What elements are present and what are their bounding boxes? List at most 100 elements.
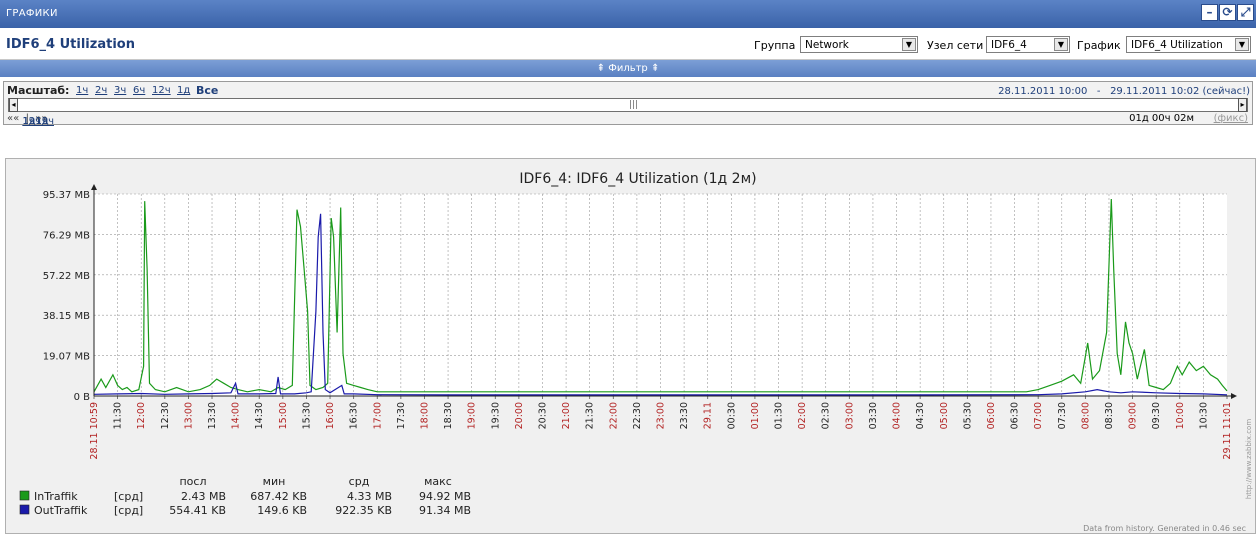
y-axis-ticks: 0 B 19.07 MB 38.15 MB 57.22 MB 76.29 MB 95.37… (43, 190, 90, 403)
x-tick-label: 13:30 (207, 402, 218, 429)
graph-select[interactable]: IDF6_4 Utilization ▼ (1126, 36, 1251, 53)
x-tick-label: 02:00 (797, 402, 808, 429)
scale-6h[interactable]: 6ч (133, 85, 145, 96)
scale-1d[interactable]: 1д (177, 85, 190, 96)
nav-fwd-1d[interactable]: 1д (35, 116, 48, 127)
period-nav: «« 1д 12ч 1ч | 1ч 12ч 1д »» (7, 113, 54, 127)
x-tick-label: 22:00 (608, 402, 619, 429)
x-tick-label: 12:30 (160, 402, 171, 429)
x-tick-label: 10:30 (1198, 402, 1209, 429)
x-tick-label: 08:00 (1080, 402, 1091, 429)
graph-panel: IDF6_4: IDF6_4 Utilization (1д 2м) 0 B 19… (5, 158, 1256, 534)
x-tick-label: 23:00 (656, 402, 667, 429)
slider-right-handle[interactable]: ▸ (1238, 98, 1247, 112)
x-tick-label: 01:30 (774, 402, 785, 429)
legend-value: 2.43 MB (181, 490, 226, 503)
x-tick-label: 22:30 (632, 402, 643, 429)
x-tick-label: 13:00 (183, 402, 194, 429)
utilization-chart[interactable]: IDF6_4: IDF6_4 Utilization (1д 2м) 0 B 19… (6, 159, 1255, 533)
x-tick-label: 05:30 (962, 402, 973, 429)
legend-value: 554.41 KB (169, 504, 226, 517)
legend-func: [срд] (114, 490, 143, 503)
window-title: ГРАФИКИ (6, 8, 58, 19)
x-tick-label: 03:30 (868, 402, 879, 429)
x-tick-label: 16:30 (349, 402, 360, 429)
x-tick-label: 14:30 (254, 402, 265, 429)
x-tick-label: 02:30 (821, 402, 832, 429)
legend-value: 91.34 MB (419, 504, 471, 517)
legend-series-name: InTraffik (34, 490, 78, 503)
chart-title: IDF6_4: IDF6_4 Utilization (1д 2м) (519, 171, 756, 187)
legend-swatch (19, 504, 30, 515)
scale-2h[interactable]: 2ч (95, 85, 107, 96)
x-tick-label: 07:00 (1033, 402, 1044, 429)
scale-1h[interactable]: 1ч (76, 85, 88, 96)
x-tick-label: 12:00 (136, 402, 147, 429)
fullscreen-icon[interactable]: ⤢ (1237, 4, 1254, 21)
x-tick-label: 29.11 (703, 402, 714, 429)
legend-header: срд (349, 475, 370, 488)
y-tick-label: 0 B (74, 392, 91, 403)
x-tick-label: 28.11 10:59 (89, 402, 100, 460)
period-slider[interactable]: ◂ ||| ▸ (8, 98, 1248, 112)
x-axis-ticks: 28.11 10:59 11:30 12:00 12:30 13:00 13:30 14:0… (89, 396, 1233, 460)
x-tick-label: 04:30 (915, 402, 926, 429)
x-tick-label: 11:30 (113, 402, 124, 429)
x-tick-label: 07:30 (1057, 402, 1068, 429)
graph-label: График (1077, 39, 1121, 52)
nav-back-start[interactable]: «« (7, 113, 19, 124)
period-from: 28.11.2011 10:00 (998, 86, 1088, 97)
x-tick-label: 04:00 (892, 402, 903, 429)
legend-value: 94.92 MB (419, 490, 471, 503)
y-tick-label: 57.22 MB (43, 271, 90, 282)
slider-grip-icon[interactable]: ||| (629, 100, 638, 110)
x-tick-label: 06:30 (1010, 402, 1021, 429)
scale-all[interactable]: Все (196, 84, 218, 97)
legend-value: 4.33 MB (347, 490, 392, 503)
refresh-icon[interactable]: ⟳ (1219, 4, 1236, 21)
x-tick-label: 17:00 (372, 402, 383, 429)
chevron-down-icon: ▼ (902, 38, 916, 51)
page-title: IDF6_4 Utilization (6, 37, 135, 52)
x-tick-label: 15:30 (301, 402, 312, 429)
chevron-down-icon: ▼ (1054, 38, 1068, 51)
y-tick-label: 76.29 MB (43, 230, 90, 241)
x-axis-arrow-icon (1231, 393, 1237, 399)
x-tick-label: 17:30 (396, 402, 407, 429)
legend: посл мин срд макс InTraffik [срд] 2.43 MB 687.4… (19, 475, 471, 517)
period-range: 28.11.2011 10:00 - 29.11.2011 10:02 (сей… (998, 86, 1250, 97)
scale-12h[interactable]: 12ч (152, 85, 171, 96)
scale-3h[interactable]: 3ч (114, 85, 126, 96)
nav-back-1h[interactable]: 1ч (22, 116, 34, 127)
period-separator: - (1096, 86, 1101, 97)
host-select[interactable]: IDF6_4 ▼ (986, 36, 1070, 53)
legend-header: макс (424, 475, 452, 488)
y-tick-label: 19.07 MB (43, 352, 90, 363)
y-tick-label: 38.15 MB (43, 311, 90, 322)
x-tick-label: 20:00 (514, 402, 525, 429)
x-tick-label: 05:00 (939, 402, 950, 429)
legend-swatch (19, 490, 30, 501)
zabbix-watermark: http://www.zabbix.com (1245, 419, 1253, 499)
x-tick-label: 19:00 (467, 402, 478, 429)
graph-select-value: IDF6_4 Utilization (1131, 39, 1223, 51)
filter-toggle[interactable]: ⇞ Фильтр ⇞ (0, 60, 1256, 77)
x-tick-label: 23:30 (679, 402, 690, 429)
y-axis-arrow-icon (91, 184, 97, 190)
legend-series-name: OutTraffik (34, 504, 88, 517)
x-tick-label: 00:30 (726, 402, 737, 429)
scale-label: Масштаб: (7, 84, 70, 97)
x-tick-label: 09:00 (1128, 402, 1139, 429)
host-select-value: IDF6_4 (991, 39, 1027, 51)
x-tick-label: 21:00 (561, 402, 572, 429)
legend-value: 149.6 KB (257, 504, 307, 517)
window-titlebar: ГРАФИКИ – ⟳ ⤢ (0, 0, 1256, 28)
x-tick-label: 19:30 (490, 402, 501, 429)
generated-note: Data from history. Generated in 0.46 sec (1083, 524, 1246, 533)
legend-func: [срд] (114, 504, 143, 517)
fix-toggle[interactable]: (фикс) (1214, 113, 1248, 124)
slider-left-handle[interactable]: ◂ (9, 98, 18, 112)
minimize-icon[interactable]: – (1201, 4, 1218, 21)
group-select[interactable]: Network ▼ (800, 36, 918, 53)
x-tick-label: 08:30 (1104, 402, 1115, 429)
